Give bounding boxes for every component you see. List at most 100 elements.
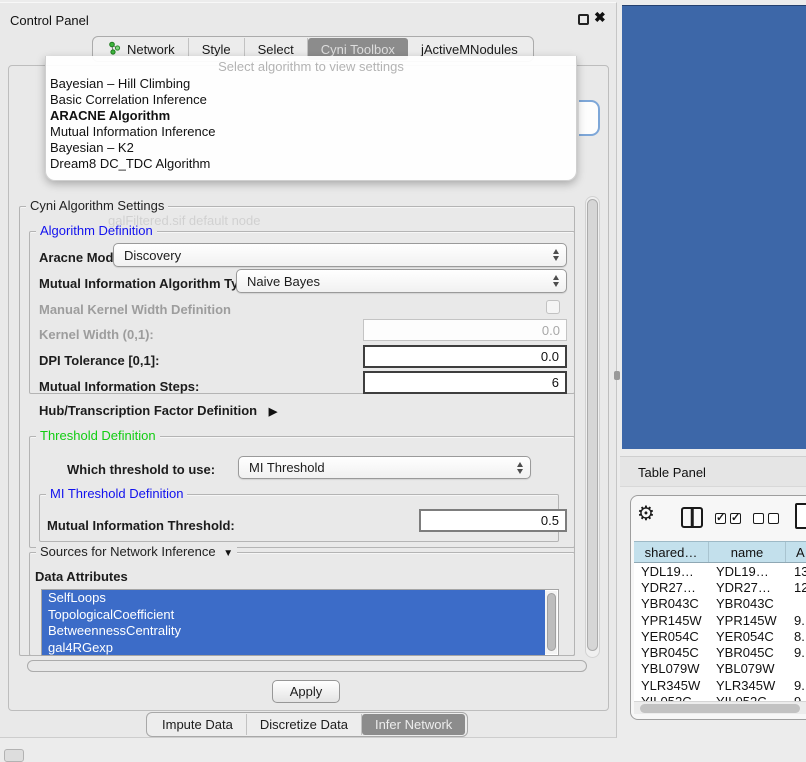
aracne-mode-value: Discovery <box>124 248 181 263</box>
attr-items-container: SelfLoopsTopologicalCoefficientBetweenne… <box>42 590 558 656</box>
which-threshold-value: MI Threshold <box>249 460 325 475</box>
table-row[interactable]: YDR27…YDR27…12 <box>634 579 806 595</box>
apply-button[interactable]: Apply <box>272 680 340 703</box>
mi-type-label: Mutual Information Algorithm Type: <box>39 276 258 291</box>
table-row[interactable]: YBR045CYBR045C9. <box>634 644 806 660</box>
aracne-mode-select[interactable]: Discovery <box>113 243 567 267</box>
dropdown-item[interactable]: Bayesian – K2 <box>46 140 576 156</box>
table-header-row: shared…nameA <box>634 541 806 563</box>
close-icon[interactable]: ✖ <box>594 9 606 26</box>
network-window-frame[interactable]: GALGAL80GAL10GAL1GAL11SWI4GAL4GCY1HAP4YH… <box>622 5 806 449</box>
mi-type-value: Naive Bayes <box>247 274 320 289</box>
tab-infer-network[interactable]: Infer Network <box>362 714 465 735</box>
table-column-header[interactable]: name <box>709 542 786 562</box>
cyni-bottom-tabbar: Impute Data Discretize Data Infer Networ… <box>146 712 468 737</box>
table-cell: YDL19… <box>709 563 786 579</box>
table-horizontal-scrollbar[interactable] <box>634 701 806 714</box>
control-panel: Control Panel ✖ Network Style Select <box>0 2 617 738</box>
table-body: YDL19…YDL19…13YDR27…YDR27…12YBR043CYBR04… <box>634 563 806 703</box>
dpi-tolerance-field[interactable]: 0.0 <box>363 345 567 368</box>
table-cell: 12 <box>786 579 806 595</box>
table-cell <box>786 661 806 677</box>
table-cell: YDL19… <box>634 563 709 579</box>
table-toolbar: ⚙ <box>631 496 806 541</box>
table-row[interactable]: YPR145WYPR145W9. <box>634 612 806 628</box>
kernel-width-label: Kernel Width (0,1): <box>39 327 154 342</box>
dropdown-item[interactable]: Dream8 DC_TDC Algorithm <box>46 156 576 172</box>
table-row[interactable]: YDL19…YDL19…13 <box>634 563 806 579</box>
data-attributes-list[interactable]: SelfLoopsTopologicalCoefficientBetweenne… <box>41 589 559 656</box>
list-scrollbar[interactable] <box>545 591 557 654</box>
data-attributes-label: Data Attributes <box>35 569 128 584</box>
attribute-list-item[interactable]: gal4RGexp <box>42 640 545 657</box>
table-cell: 8. <box>786 628 806 644</box>
dpi-tolerance-label: DPI Tolerance [0,1]: <box>39 353 159 368</box>
table-cell: YPR145W <box>709 612 786 628</box>
table-cell: 9. <box>786 612 806 628</box>
which-threshold-label: Which threshold to use: <box>67 462 215 477</box>
page-icon[interactable] <box>795 503 806 529</box>
mi-threshold-field[interactable]: 0.5 <box>419 509 567 532</box>
table-panel-title: Table Panel <box>638 465 706 480</box>
table-cell: YLR345W <box>634 677 709 693</box>
attribute-list-item[interactable]: BetweennessCentrality <box>42 623 545 640</box>
table-cell: YLR345W <box>709 677 786 693</box>
dropdown-item[interactable]: ARACNE Algorithm <box>46 108 576 124</box>
manual-kernel-checkbox[interactable] <box>546 300 560 314</box>
dropdown-item[interactable]: Mutual Information Inference <box>46 124 576 140</box>
stepper-icon <box>553 249 559 261</box>
splitter-handle[interactable] <box>614 371 620 380</box>
table-column-header[interactable]: A <box>786 542 806 562</box>
table-cell: YDR27… <box>709 579 786 595</box>
mi-threshold-group-title: MI Threshold Definition <box>46 486 187 501</box>
manual-kernel-label: Manual Kernel Width Definition <box>39 302 231 317</box>
table-row[interactable]: YLR345WYLR345W9. <box>634 677 806 693</box>
table-panel-bar: Table Panel <box>620 456 806 487</box>
tab-impute-data[interactable]: Impute Data <box>149 714 247 735</box>
kernel-width-field[interactable]: 0.0 <box>363 319 567 341</box>
table-row[interactable]: YBL079WYBL079W <box>634 661 806 677</box>
sources-group-title[interactable]: Sources for Network Inference ▼ <box>36 544 237 559</box>
table-cell: 9. <box>786 644 806 660</box>
stepper-icon <box>517 462 523 474</box>
expand-right-icon: ▶ <box>269 405 277 418</box>
settings-horizontal-scrollbar[interactable] <box>27 660 587 672</box>
hub-definition-toggle[interactable]: Hub/Transcription Factor Definition ▶ <box>39 403 277 418</box>
network-tab-icon <box>108 41 121 58</box>
table-cell: YDR27… <box>634 579 709 595</box>
attribute-list-item[interactable]: SelfLoops <box>42 590 545 607</box>
table-cell: YBL079W <box>634 661 709 677</box>
table-row[interactable]: YBR043CYBR043C <box>634 596 806 612</box>
dropdown-item[interactable]: Basic Correlation Inference <box>46 92 576 108</box>
ghost-network-name: galFiltered.sif default node <box>108 213 260 228</box>
gear-icon[interactable]: ⚙ <box>637 501 655 526</box>
tab-network-label: Network <box>127 42 175 57</box>
table-cell: YER054C <box>634 628 709 644</box>
table-cell: YPR145W <box>634 612 709 628</box>
algorithm-placeholder: Select algorithm to view settings <box>46 59 576 74</box>
table-window: ⚙ shared…nameA YDL19…YDL19…13YDR27…YDR27… <box>630 495 806 720</box>
table-cell <box>786 596 806 612</box>
algorithm-dropdown-popup: Select algorithm to view settings Bayesi… <box>45 56 577 181</box>
mi-type-select[interactable]: Naive Bayes <box>236 269 567 293</box>
attribute-list-item[interactable]: TopologicalCoefficient <box>42 607 545 624</box>
table-cell: 9. <box>786 677 806 693</box>
table-cell: YBR045C <box>634 644 709 660</box>
select-all-icon[interactable] <box>715 513 741 524</box>
table-column-header[interactable]: shared… <box>634 542 709 562</box>
dropdown-item[interactable]: Bayesian – Hill Climbing <box>46 76 576 92</box>
settings-vertical-scrollbar[interactable] <box>585 196 600 658</box>
collapsed-panel-icon[interactable] <box>4 749 24 762</box>
screen: Control Panel ✖ Network Style Select <box>0 0 806 762</box>
table-row[interactable]: YER054CYER054C8. <box>634 628 806 644</box>
column-layout-icon[interactable] <box>681 507 703 528</box>
mi-steps-field[interactable]: 6 <box>363 371 567 394</box>
float-panel-icon[interactable] <box>578 14 589 25</box>
table-cell: YBR043C <box>709 596 786 612</box>
deselect-all-icon[interactable] <box>753 513 779 524</box>
table-cell: YBL079W <box>709 661 786 677</box>
algorithm-dropdown-list: Bayesian – Hill ClimbingBasic Correlatio… <box>46 76 576 172</box>
table-cell: YER054C <box>709 628 786 644</box>
tab-discretize-data[interactable]: Discretize Data <box>247 714 362 735</box>
which-threshold-select[interactable]: MI Threshold <box>238 456 531 479</box>
